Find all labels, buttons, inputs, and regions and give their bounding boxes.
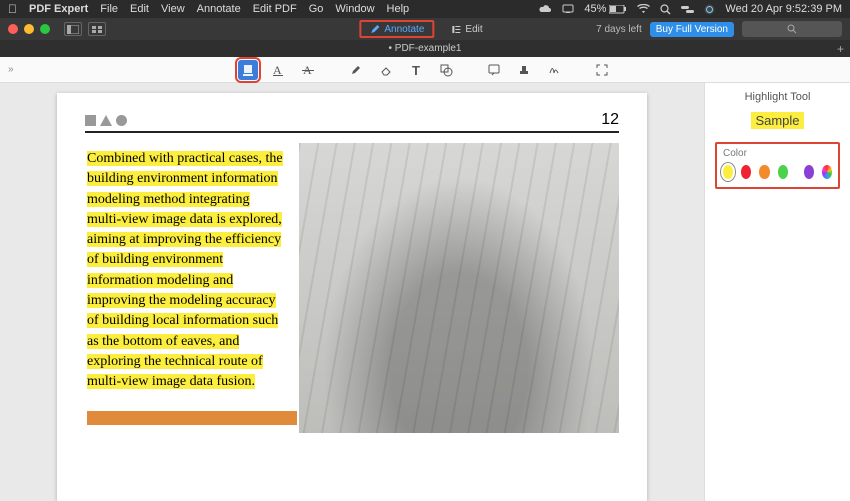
menu-help[interactable]: Help: [387, 3, 410, 15]
color-yellow[interactable]: [723, 165, 733, 179]
annotate-mode-button[interactable]: Annotate: [359, 20, 434, 38]
triangle-icon: [100, 115, 112, 126]
inspector-panel: Highlight Tool Sample Color: [704, 83, 850, 501]
color-picker[interactable]: [822, 165, 832, 179]
close-window[interactable]: [8, 24, 18, 34]
highlight-tool[interactable]: [238, 60, 258, 80]
edit-label: Edit: [465, 24, 482, 35]
tab-current[interactable]: • PDF-example1: [389, 43, 462, 54]
eraser-tool[interactable]: [376, 60, 396, 80]
menu-view[interactable]: View: [161, 3, 185, 15]
annotate-toolbar: » A A T: [0, 57, 850, 83]
note-tool[interactable]: [484, 60, 504, 80]
wifi-icon[interactable]: [637, 4, 650, 14]
strikethrough-tool[interactable]: A: [298, 60, 318, 80]
window-controls[interactable]: [8, 24, 50, 34]
app-name[interactable]: PDF Expert: [29, 3, 88, 15]
menu-annotate[interactable]: Annotate: [197, 3, 241, 15]
color-purple[interactable]: [804, 165, 814, 179]
color-orange[interactable]: [759, 165, 769, 179]
menu-go[interactable]: Go: [309, 3, 324, 15]
stamp-tool[interactable]: [514, 60, 534, 80]
window-toolbar: Annotate Edit 7 days left Buy Full Versi…: [0, 18, 850, 40]
new-tab-button[interactable]: +: [837, 42, 844, 56]
menu-file[interactable]: File: [100, 3, 118, 15]
spotlight-icon[interactable]: [660, 4, 671, 15]
battery-status[interactable]: 45%: [584, 3, 627, 15]
color-section: Color: [715, 142, 840, 189]
zoom-window[interactable]: [40, 24, 50, 34]
document-viewport[interactable]: 12 Combined with practical cases, the bu…: [0, 83, 704, 501]
menu-window[interactable]: Window: [335, 3, 374, 15]
underline-tool[interactable]: A: [268, 60, 288, 80]
thumbnails-toggle[interactable]: [88, 22, 106, 36]
menu-edit[interactable]: Edit: [130, 3, 149, 15]
pdf-page: 12 Combined with practical cases, the bu…: [57, 93, 647, 501]
shape-tool[interactable]: [436, 60, 456, 80]
fit-tool[interactable]: [592, 60, 612, 80]
sidebar-toggle[interactable]: [64, 22, 82, 36]
document-tabs: • PDF-example1 +: [0, 40, 850, 57]
mac-menubar:  PDF Expert File Edit View Annotate Edi…: [0, 0, 850, 18]
page-number: 12: [601, 111, 619, 129]
svg-text:T: T: [412, 63, 420, 77]
highlighted-paragraph[interactable]: Combined with practical cases, the build…: [87, 151, 283, 389]
apple-menu[interactable]: : [8, 2, 17, 16]
color-label: Color: [723, 148, 832, 159]
page-header-shapes: [85, 115, 127, 126]
display-icon[interactable]: [562, 4, 574, 14]
color-red[interactable]: [741, 165, 751, 179]
main-area: 12 Combined with practical cases, the bu…: [0, 83, 850, 501]
color-green[interactable]: [778, 165, 788, 179]
highlight-sample: Sample: [715, 113, 840, 128]
minimize-window[interactable]: [24, 24, 34, 34]
edit-mode-button[interactable]: Edit: [442, 20, 490, 38]
svg-text:A: A: [273, 63, 282, 77]
inspector-title: Highlight Tool: [715, 91, 840, 103]
menu-edit-pdf[interactable]: Edit PDF: [253, 3, 297, 15]
page-photo: [299, 143, 619, 433]
square-icon: [85, 115, 96, 126]
signature-tool[interactable]: [544, 60, 564, 80]
text-tool[interactable]: T: [406, 60, 426, 80]
clock[interactable]: Wed 20 Apr 9:52:39 PM: [725, 3, 842, 15]
battery-percent: 45%: [584, 3, 606, 15]
pen-tool[interactable]: [346, 60, 366, 80]
orange-divider: [87, 411, 297, 425]
buy-full-version-button[interactable]: Buy Full Version: [650, 22, 734, 37]
cloud-icon[interactable]: [538, 4, 552, 14]
siri-icon[interactable]: [704, 4, 715, 15]
circle-icon: [116, 115, 127, 126]
search-field[interactable]: [742, 21, 842, 37]
trial-days-left: 7 days left: [596, 24, 642, 35]
annotate-label: Annotate: [384, 24, 424, 35]
control-center-icon[interactable]: [681, 5, 694, 14]
expand-panel-icon[interactable]: »: [8, 64, 14, 75]
